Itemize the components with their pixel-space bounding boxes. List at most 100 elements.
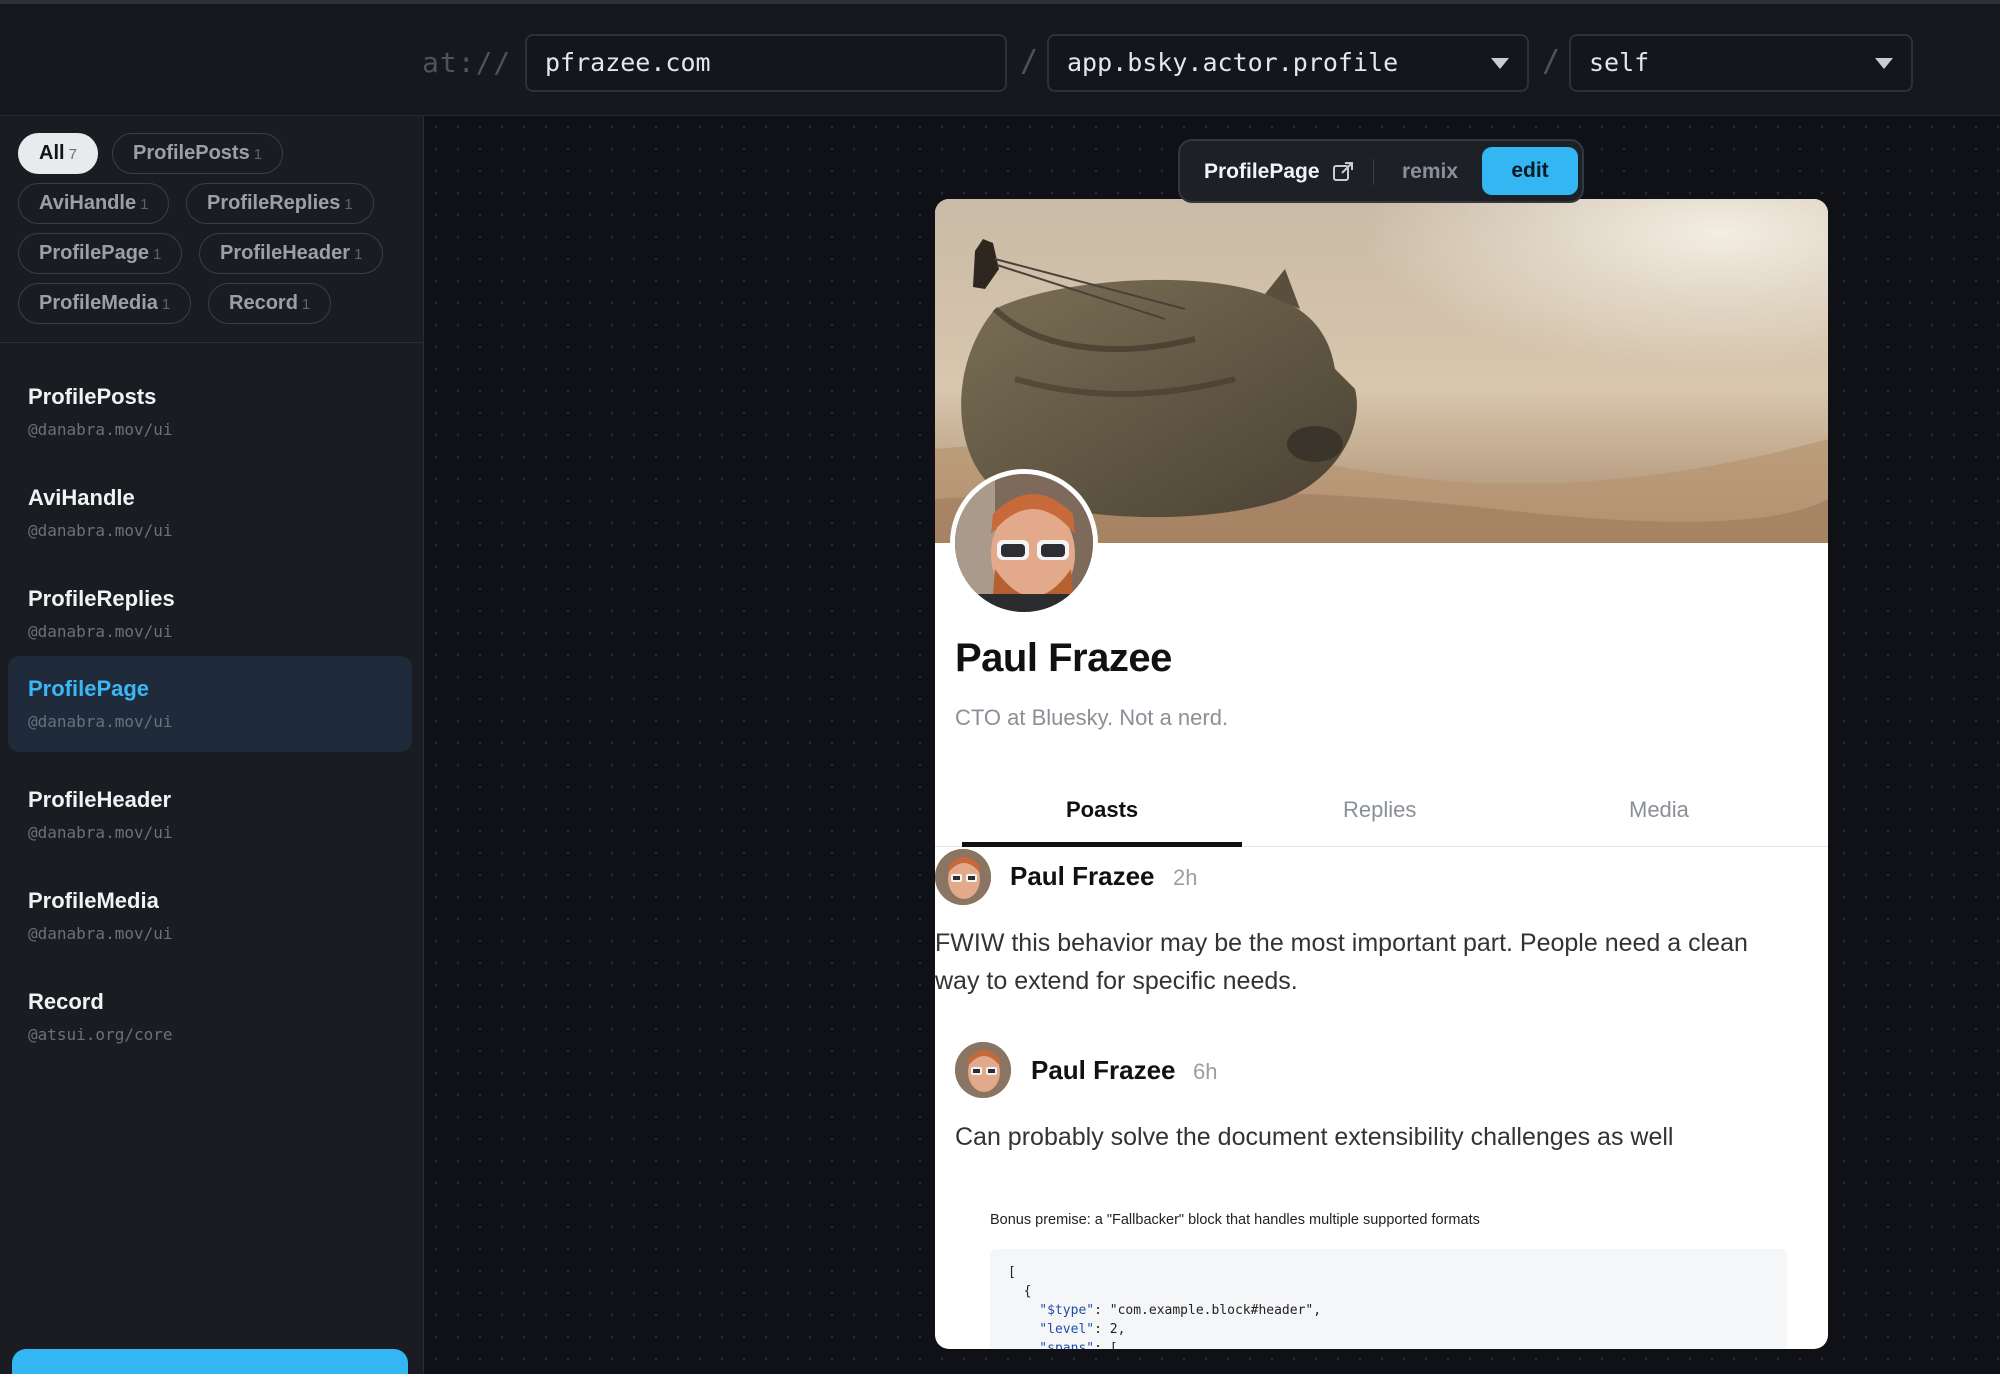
code-value: : "com.example.block#header", bbox=[1094, 1303, 1322, 1318]
profile-page-preview: Paul Frazee CTO at Bluesky. Not a nerd. … bbox=[935, 199, 1828, 1349]
filter-chip-profilemedia[interactable]: ProfileMedia 1 bbox=[18, 283, 192, 324]
code-line: { bbox=[1008, 1284, 1032, 1299]
filter-chip-all[interactable]: All 7 bbox=[18, 133, 98, 174]
chip-label: ProfileMedia bbox=[39, 292, 158, 314]
component-name: ProfilePage bbox=[28, 676, 150, 701]
chip-count: 1 bbox=[161, 296, 171, 313]
address-bar: at:// pfrazee.com / app.bsky.actor.profi… bbox=[0, 0, 2000, 116]
collection-select[interactable]: app.bsky.actor.profile bbox=[1047, 34, 1529, 92]
post-text-line: way to extend for specific needs. bbox=[935, 967, 1298, 995]
post-author[interactable]: Paul Frazee bbox=[1031, 1055, 1176, 1086]
code-value: : 2, bbox=[1094, 1322, 1126, 1337]
chip-label: Record bbox=[229, 292, 298, 314]
rkey-select[interactable]: self bbox=[1569, 34, 1913, 92]
profile-bio: CTO at Bluesky. Not a nerd. bbox=[955, 705, 1229, 730]
tab-media[interactable]: Media bbox=[1629, 797, 1689, 823]
avatar-image bbox=[955, 474, 1093, 612]
chevron-down-icon bbox=[1491, 58, 1509, 69]
profile-avatar[interactable] bbox=[950, 469, 1098, 617]
component-toolbar: ProfilePage remix edit bbox=[1178, 139, 1584, 203]
component-source: @danabra.mov/ui bbox=[28, 823, 173, 842]
avatar-image bbox=[935, 849, 991, 905]
component-source: @danabra.mov/ui bbox=[28, 712, 173, 731]
chip-label: All bbox=[39, 142, 65, 164]
component-item-profileheader[interactable]: ProfileHeader @danabra.mov/ui bbox=[8, 767, 412, 863]
component-item-profileposts[interactable]: ProfilePosts @danabra.mov/ui bbox=[8, 364, 412, 460]
code-key: "$type" bbox=[1008, 1303, 1095, 1318]
handle-input[interactable]: pfrazee.com bbox=[525, 34, 1007, 92]
component-sidebar: All 7 ProfilePosts 1 AviHandle 1 ProfileRep… bbox=[0, 116, 424, 1374]
handle-value: pfrazee.com bbox=[545, 48, 711, 77]
chip-count: 1 bbox=[140, 196, 149, 213]
remix-button[interactable]: remix bbox=[1402, 160, 1458, 184]
filter-chip-record[interactable]: Record 1 bbox=[208, 283, 332, 324]
path-separator: / bbox=[1020, 44, 1039, 79]
post-time[interactable]: 6h bbox=[1193, 1059, 1217, 1085]
filter-chip-profileposts[interactable]: ProfilePosts 1 bbox=[112, 133, 284, 174]
post-avatar[interactable] bbox=[955, 1042, 1011, 1098]
component-source: @danabra.mov/ui bbox=[28, 924, 173, 943]
component-item-record[interactable]: Record @atsui.org/core bbox=[8, 969, 412, 1065]
chip-label: AviHandle bbox=[39, 192, 137, 214]
code-key: "spans" bbox=[1008, 1341, 1095, 1349]
post-text: Can probably solve the document extensib… bbox=[955, 1123, 1674, 1151]
avatar-image bbox=[955, 1042, 1011, 1098]
component-name: ProfilePosts bbox=[28, 384, 157, 409]
embed-code-block: [ { "$type": "com.example.block#header",… bbox=[990, 1249, 1787, 1349]
post-avatar[interactable] bbox=[935, 849, 991, 905]
code-key: "level" bbox=[1008, 1322, 1095, 1337]
chip-count: 1 bbox=[253, 146, 263, 163]
code-line: "level": 2, bbox=[1008, 1320, 1769, 1339]
toolbar-divider bbox=[1373, 159, 1374, 185]
tab-replies[interactable]: Replies bbox=[1343, 797, 1416, 823]
filter-chip-profilepage[interactable]: ProfilePage 1 bbox=[18, 233, 183, 274]
filter-chip-avihandle[interactable]: AviHandle 1 bbox=[18, 183, 170, 224]
component-item-profilepage[interactable]: ProfilePage @danabra.mov/ui bbox=[8, 656, 412, 752]
component-name: ProfileReplies bbox=[28, 586, 175, 611]
component-source: @danabra.mov/ui bbox=[28, 622, 173, 641]
chip-count: 1 bbox=[344, 196, 353, 213]
chevron-down-icon bbox=[1875, 58, 1893, 69]
tab-poasts[interactable]: Poasts bbox=[1066, 797, 1138, 823]
chip-count: 1 bbox=[153, 246, 162, 263]
chip-label: ProfileReplies bbox=[207, 192, 341, 214]
component-name: AviHandle bbox=[28, 485, 135, 510]
code-line: "$type": "com.example.block#header", bbox=[1008, 1301, 1769, 1320]
component-name: Record bbox=[28, 989, 104, 1014]
profile-tabs: Poasts Replies Media bbox=[935, 777, 1828, 847]
code-value: : [ bbox=[1094, 1341, 1118, 1349]
post-author[interactable]: Paul Frazee bbox=[1010, 861, 1155, 892]
rkey-value: self bbox=[1589, 48, 1650, 77]
profile-display-name: Paul Frazee bbox=[955, 636, 1172, 680]
component-item-avihandle[interactable]: AviHandle @danabra.mov/ui bbox=[8, 465, 412, 561]
filter-chip-profileheader[interactable]: ProfileHeader 1 bbox=[199, 233, 384, 274]
edit-button[interactable]: edit bbox=[1482, 147, 1578, 195]
chip-count: 7 bbox=[68, 146, 77, 163]
sidebar-action-button[interactable] bbox=[12, 1349, 408, 1374]
external-link-icon[interactable] bbox=[1332, 161, 1354, 183]
chip-label: ProfilePosts bbox=[133, 142, 250, 164]
filter-chip-profilereplies[interactable]: ProfileReplies 1 bbox=[186, 183, 374, 224]
chip-count: 1 bbox=[301, 296, 311, 313]
component-item-profilemedia[interactable]: ProfileMedia @danabra.mov/ui bbox=[8, 868, 412, 964]
component-source: @atsui.org/core bbox=[28, 1025, 173, 1044]
post-time[interactable]: 2h bbox=[1173, 865, 1197, 891]
collection-value: app.bsky.actor.profile bbox=[1067, 48, 1399, 77]
chip-count: 1 bbox=[354, 246, 363, 263]
embed-caption: Bonus premise: a "Fallbacker" block that… bbox=[990, 1212, 1480, 1228]
code-line: "spans": [ bbox=[1008, 1339, 1769, 1349]
path-separator: / bbox=[1542, 44, 1561, 79]
post-text-line: FWIW this behavior may be the most impor… bbox=[935, 929, 1748, 957]
active-tab-indicator bbox=[962, 842, 1242, 847]
component-title[interactable]: ProfilePage bbox=[1204, 160, 1320, 184]
chip-label: ProfilePage bbox=[39, 242, 150, 264]
component-source: @danabra.mov/ui bbox=[28, 521, 173, 540]
filter-chips: All 7 ProfilePosts 1 AviHandle 1 ProfileRep… bbox=[0, 116, 424, 343]
component-name: ProfileHeader bbox=[28, 787, 172, 812]
component-name: ProfileMedia bbox=[28, 888, 159, 913]
at-uri-prefix: at:// bbox=[422, 46, 512, 79]
chip-label: ProfileHeader bbox=[220, 242, 351, 264]
code-line: [ bbox=[1008, 1265, 1016, 1280]
component-item-profilereplies[interactable]: ProfileReplies @danabra.mov/ui bbox=[8, 566, 412, 662]
component-source: @danabra.mov/ui bbox=[28, 420, 173, 439]
